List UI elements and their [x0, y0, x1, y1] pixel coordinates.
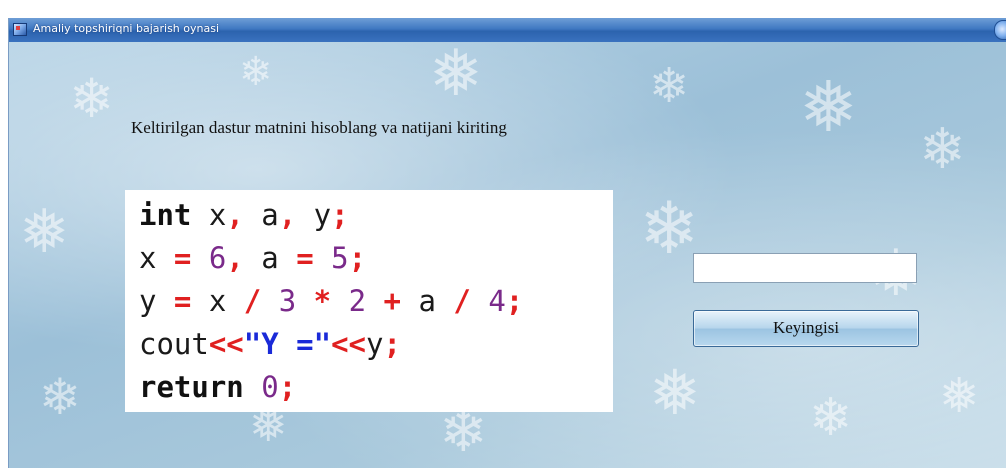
code-token: << — [331, 327, 366, 361]
snowflake-decoration-icon: ❅ — [429, 37, 483, 111]
code-token: ; — [348, 241, 367, 275]
code-token: ; — [505, 284, 524, 318]
snowflake-decoration-icon: ❅ — [799, 66, 858, 148]
code-token: return — [139, 370, 244, 404]
code-token: 2 — [348, 284, 367, 318]
code-token: y — [366, 327, 384, 361]
code-token: y — [296, 198, 332, 232]
minimize-orb-icon[interactable] — [994, 20, 1006, 40]
code-token: / — [453, 284, 471, 318]
snowflake-decoration-icon: ❅ — [939, 368, 980, 424]
code-token: ; — [278, 370, 297, 404]
answer-input[interactable] — [693, 253, 917, 283]
snowflake-decoration-icon: ❄ — [39, 368, 81, 426]
title-bar[interactable]: Amaliy topshiriqni bajarish oynasi — [9, 18, 1006, 42]
code-token: a — [243, 198, 279, 232]
snowflake-decoration-icon: ❄ — [649, 58, 690, 114]
snowflake-decoration-icon: ❄ — [919, 117, 966, 182]
code-token: int — [139, 198, 192, 232]
next-button[interactable]: Keyingisi — [693, 310, 919, 347]
code-token: x — [191, 284, 244, 318]
code-token: , — [226, 198, 244, 232]
code-line: x = 6, a = 5; — [139, 237, 613, 280]
code-token: x — [139, 241, 174, 275]
snowflake-decoration-icon: ❄ — [69, 67, 115, 130]
window-client-area: ❄ ❄ ❅ ❄ ❅ ❄ ❅ ❄ ❅ ❄ ❅ ❄ ❅ ❄ ❅ Keltirilga… — [9, 42, 1006, 468]
code-token: a — [401, 284, 454, 318]
code-line: y = x / 3 * 2 + a / 4; — [139, 280, 613, 323]
task-window: Amaliy topshiriqni bajarish oynasi ❄ ❄ ❅… — [8, 18, 1006, 468]
code-token: + — [383, 284, 401, 318]
code-listing: int x, a, y; x = 6, a = 5; y = x / 3 * 2 +… — [125, 190, 613, 412]
app-window-icon — [13, 23, 27, 36]
code-line: int x, a, y; — [139, 194, 613, 237]
code-token: << — [208, 327, 244, 361]
code-token: , — [226, 241, 244, 275]
snowflake-decoration-icon: ❅ — [649, 356, 701, 429]
code-token: / — [243, 284, 262, 318]
code-token: = — [173, 241, 192, 275]
code-token: a — [243, 241, 297, 275]
code-token: y — [139, 284, 174, 318]
code-token: = — [296, 241, 314, 275]
code-token: x — [191, 198, 227, 232]
code-line: return 0; — [139, 366, 613, 409]
code-token: * — [313, 284, 332, 318]
task-instruction: Keltirilgan dastur matnini hisoblang va … — [131, 118, 507, 137]
code-token: ; — [331, 198, 349, 232]
code-token: 5 — [331, 241, 349, 275]
window-title: Amaliy topshiriqni bajarish oynasi — [33, 22, 220, 35]
snowflake-decoration-icon: ❅ — [19, 197, 70, 267]
code-token: 0 — [261, 370, 279, 404]
code-token: 6 — [208, 241, 227, 275]
snowflake-decoration-icon: ❄ — [809, 388, 853, 448]
code-token: ; — [383, 327, 401, 361]
code-token: "Y =" — [243, 327, 332, 361]
code-token: = — [173, 284, 192, 318]
snowflake-decoration-icon: ❄ — [639, 186, 700, 270]
code-line: cout<<"Y ="<<y; — [139, 323, 613, 366]
code-token: 4 — [488, 284, 506, 318]
code-token: , — [278, 198, 297, 232]
snowflake-decoration-icon: ❄ — [239, 49, 273, 95]
code-token: 3 — [278, 284, 297, 318]
code-token: cout — [139, 327, 209, 361]
